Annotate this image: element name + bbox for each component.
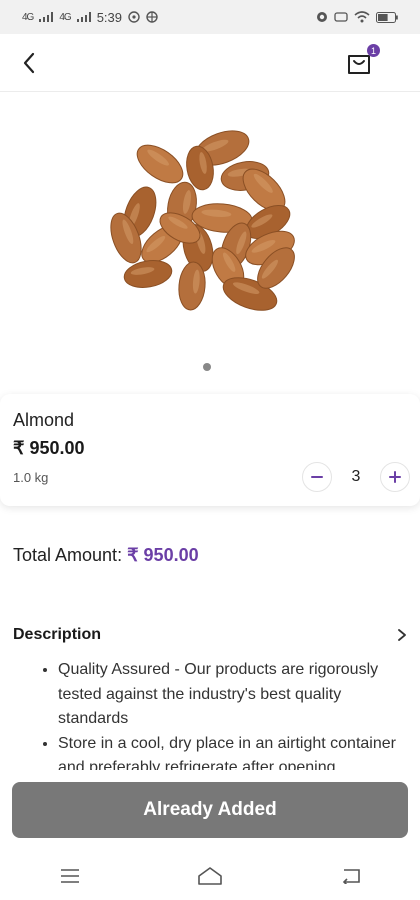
nav-back-button[interactable] [330,856,370,896]
quantity-value: 3 [351,468,361,485]
product-weight: 1.0 kg [13,470,49,485]
signal-2-label: 4G [59,11,71,23]
total-label: Total Amount: [13,545,123,565]
almond [136,144,184,184]
description-item: Store in a cool, dry place in an airtigh… [58,732,402,771]
decrease-quantity-button[interactable] [302,462,332,492]
quantity-stepper: 3 [302,462,410,492]
status-right [316,11,398,23]
menu-icon [61,869,79,883]
description-list: Quality Assured - Our products are rigor… [0,658,420,770]
system-nav-bar [0,852,420,900]
status-time: 5:39 [96,9,122,25]
total-amount-row: Total Amount: ₹ 950.00 [13,545,199,566]
almond-pile [110,130,295,311]
product-price: ₹ 950.00 [13,438,85,458]
description-item: Quality Assured - Our products are rigor… [58,658,402,732]
browser-icon [146,11,158,23]
cart-button[interactable]: 1 [346,44,380,78]
signal-1-label: 4G [22,11,34,23]
already-added-button[interactable]: Already Added [12,782,408,838]
volte-icon [334,12,348,22]
increase-quantity-button[interactable] [380,462,410,492]
whatsapp-icon [128,11,140,23]
top-app-bar: 1 [0,34,420,92]
product-card: Almond ₹ 950.00 1.0 kg 3 [0,394,420,506]
back-button[interactable] [12,46,46,80]
alarm-icon [317,12,327,22]
signal-bars-icon [39,12,54,22]
plus-icon [389,471,401,483]
nav-menu-button[interactable] [50,856,90,896]
signal-bars-icon-2 [76,12,91,22]
cart-badge: 1 [367,44,380,57]
minus-icon [311,476,323,478]
total-amount-value: ₹ 950.00 [127,545,199,565]
chevron-right-icon [398,629,406,641]
nav-home-button[interactable] [190,856,230,896]
carousel-indicator-dot[interactable] [203,363,211,371]
description-header[interactable]: Description [13,624,407,646]
status-bar: 4G 4G 5:39 [0,0,420,34]
back-arrow-icon [23,52,35,74]
product-image [110,130,295,311]
description-title: Description [13,626,102,643]
back-icon [342,869,360,884]
home-icon [198,867,222,885]
product-name: Almond [13,410,75,430]
wifi-icon [354,11,370,23]
battery-icon [376,11,398,23]
status-left: 4G 4G 5:39 [22,10,158,25]
